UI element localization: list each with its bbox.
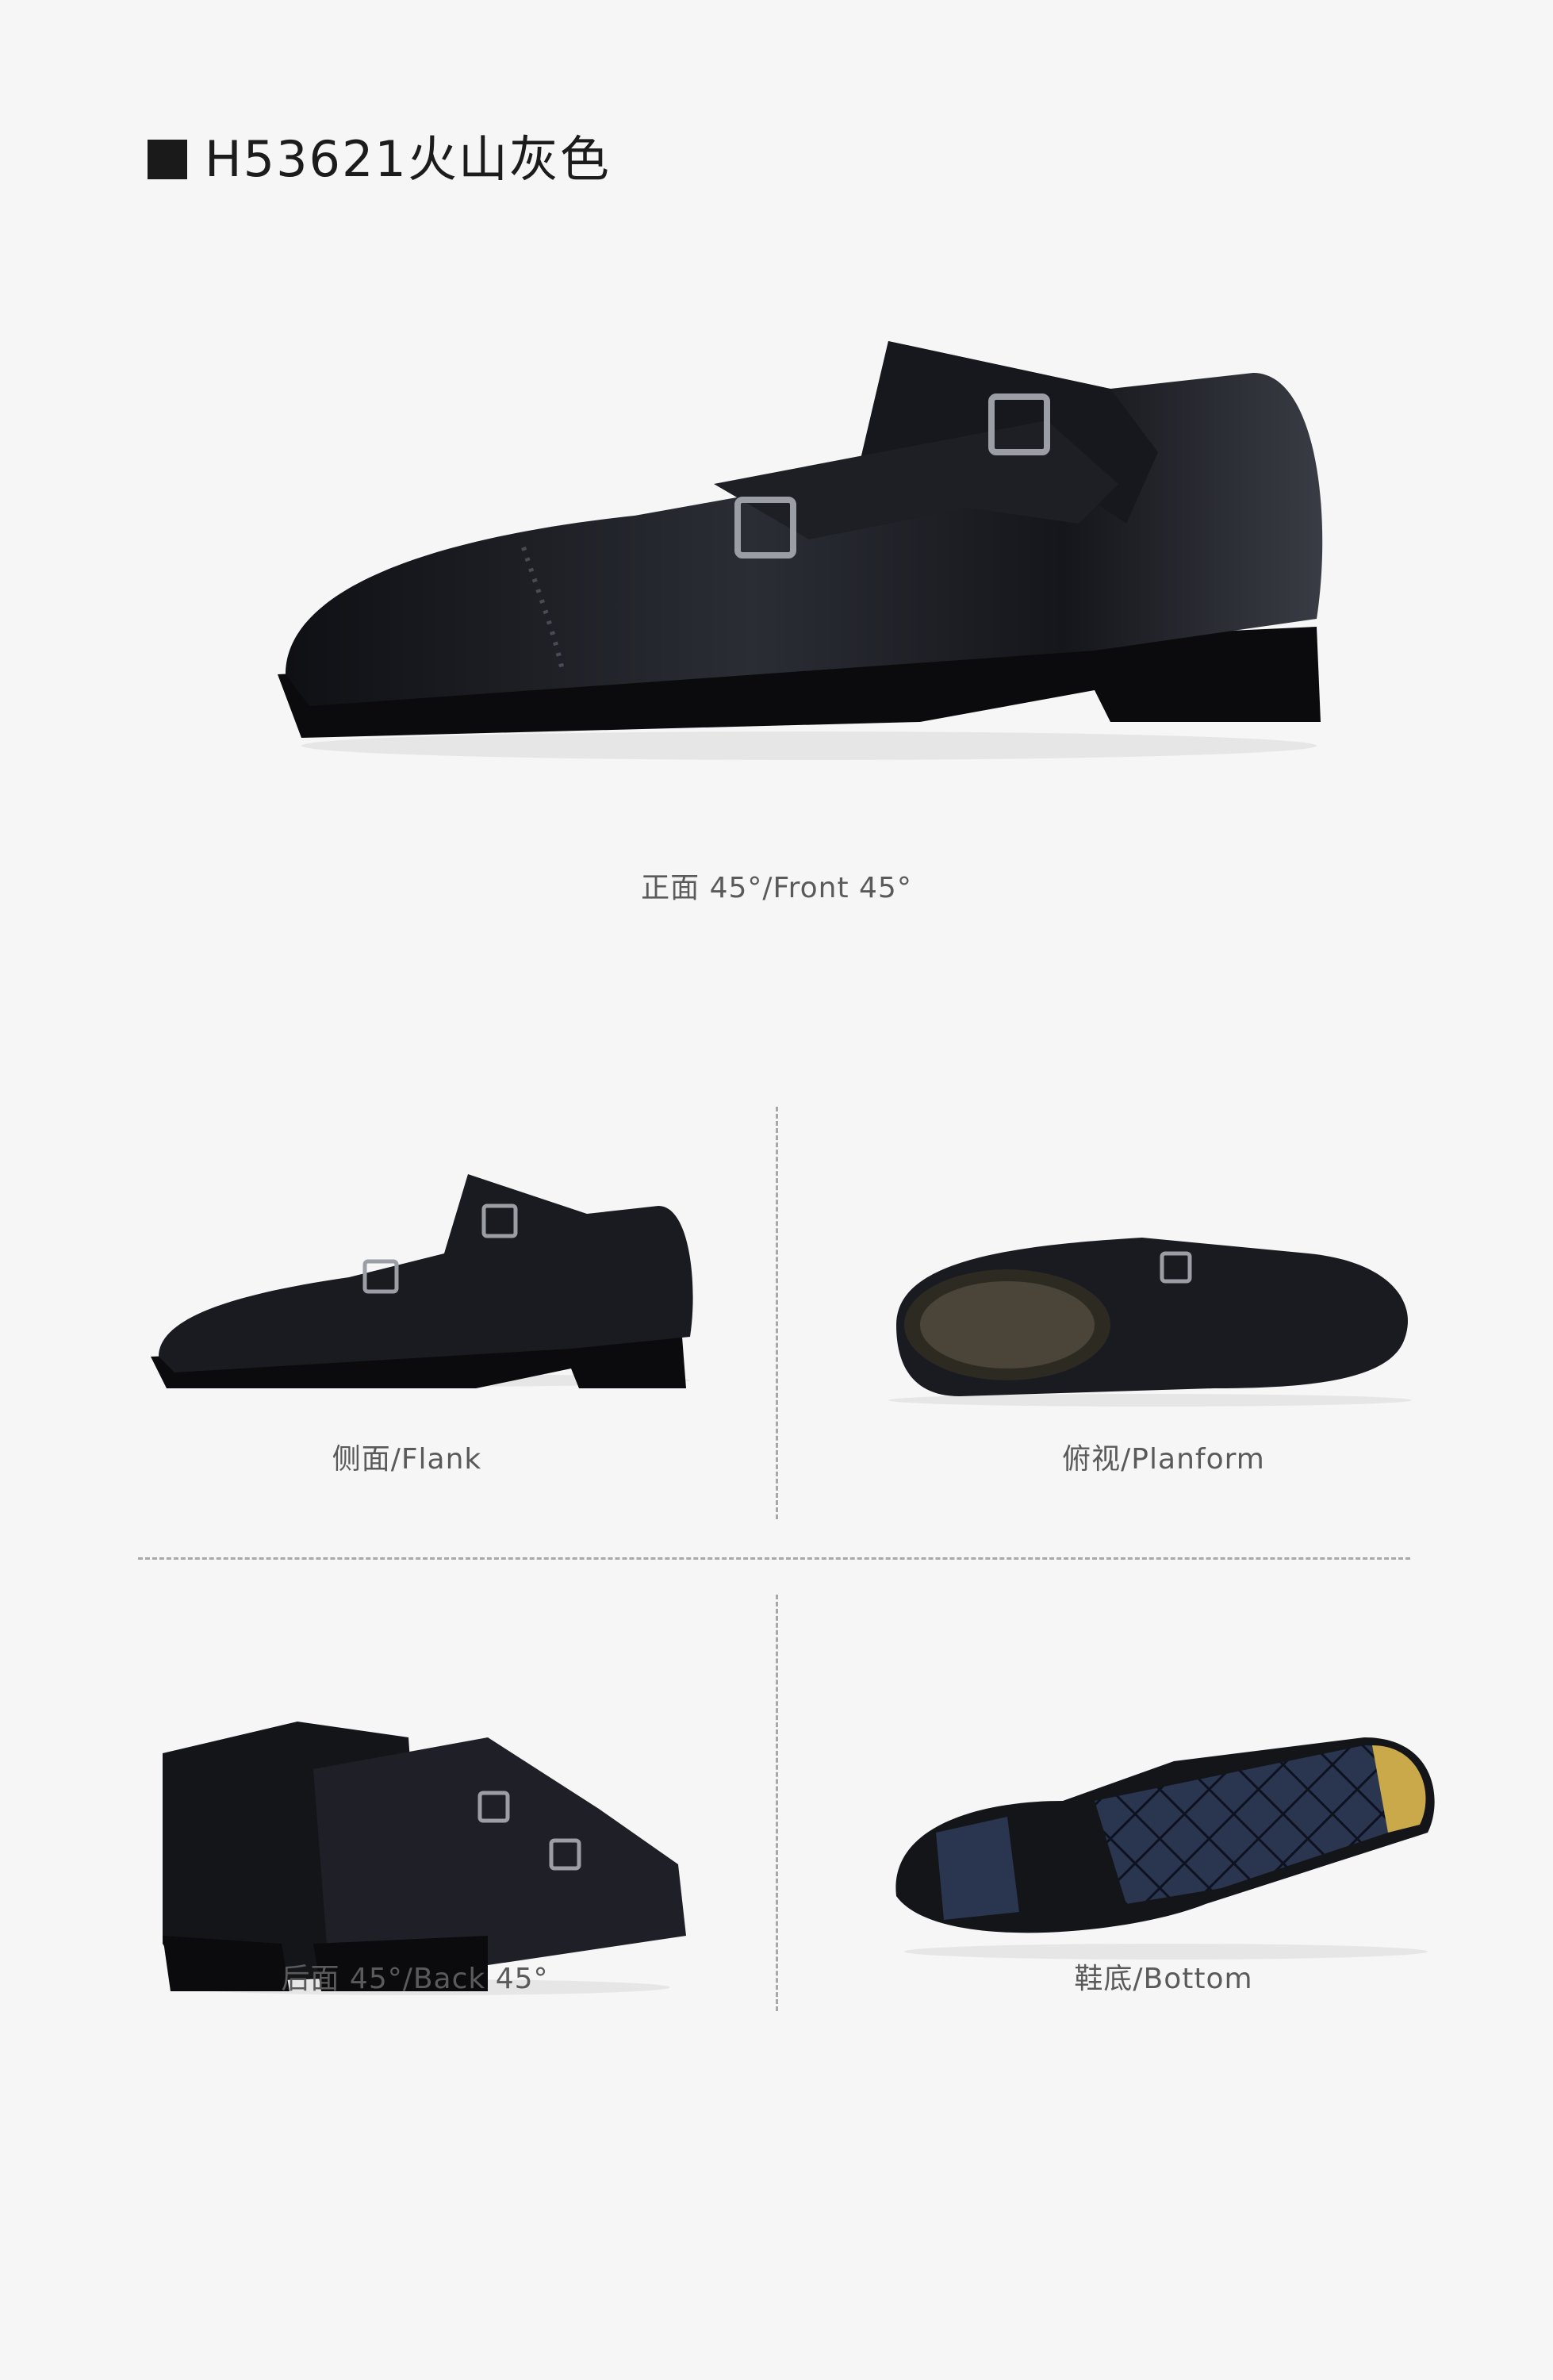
title-bullet-square [148,140,187,179]
shoe-bottom-image [895,1737,1435,1960]
caption-flank: 侧面/Flank [332,1443,482,1476]
caption-planform: 俯视/Planform [1062,1443,1265,1476]
shoe-planform-image [888,1238,1412,1407]
vertical-divider-top [776,1107,778,1519]
caption-front-45: 正面 45°/Front 45° [641,872,912,904]
product-title-text: H53621火山灰色 [205,130,611,188]
shoe-flank-image [151,1174,693,1388]
caption-bottom: 鞋底/Bottom [1074,1963,1253,1995]
product-title: H53621火山灰色 [148,135,611,184]
horizontal-divider [138,1557,1410,1560]
caption-back-45: 后面 45°/Back 45° [281,1963,549,1995]
shoe-front-45-image [278,341,1323,760]
vertical-divider-bottom [776,1595,778,2011]
